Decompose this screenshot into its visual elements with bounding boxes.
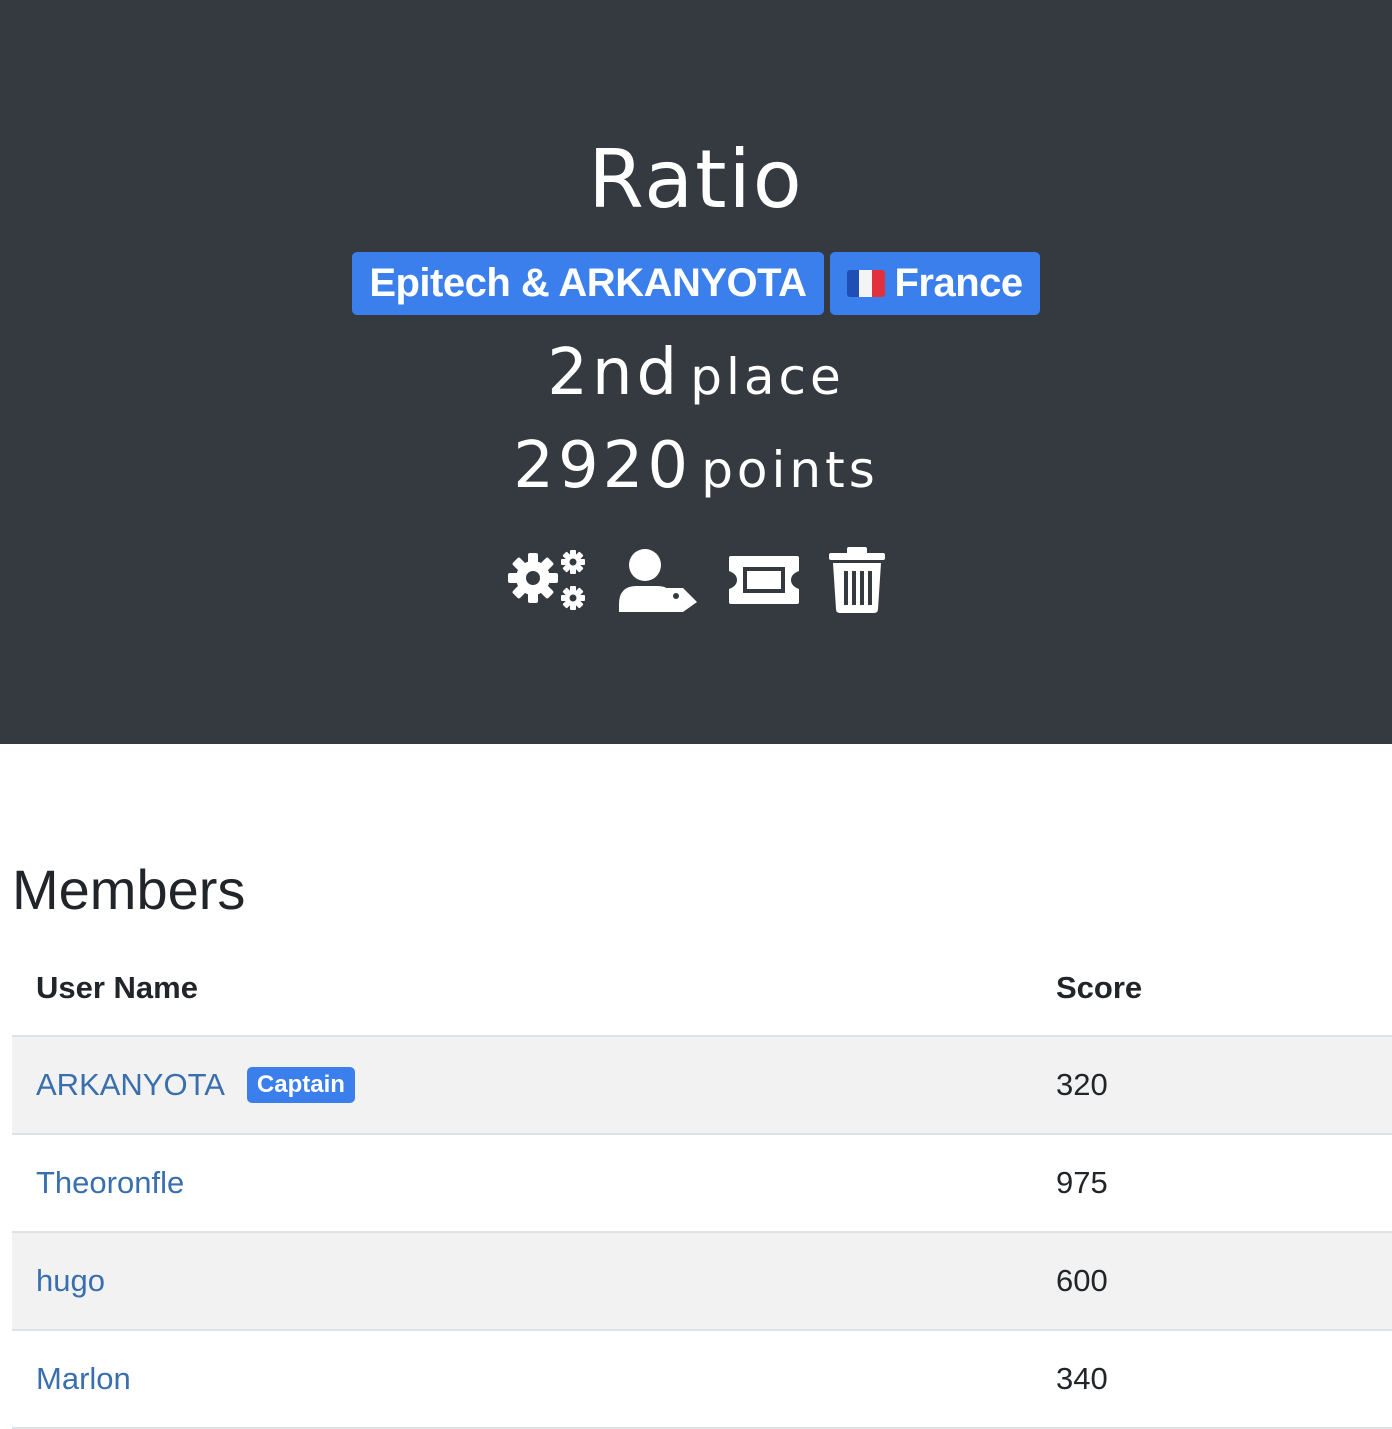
members-heading: Members <box>12 858 246 921</box>
ticket-icon[interactable] <box>727 554 801 606</box>
team-header: Ratio Epitech & ARKANYOTA France 2nd pla… <box>0 0 1392 744</box>
member-score: 340 <box>1032 1330 1392 1429</box>
table-header-row: User Name Score <box>12 940 1392 1037</box>
captain-badge: Captain <box>246 1067 355 1103</box>
table-row: hugo 600 <box>12 1232 1392 1331</box>
table-row: Theoronfle 975 <box>12 1134 1392 1233</box>
place-number: 2nd <box>547 336 682 410</box>
trash-icon[interactable] <box>829 547 885 613</box>
team-place: 2nd place <box>0 333 1392 413</box>
country-label: France <box>894 261 1024 305</box>
gears-icon[interactable] <box>507 548 589 612</box>
member-link[interactable]: ARKANYOTA <box>36 1067 225 1102</box>
member-score: 975 <box>1032 1134 1392 1233</box>
team-actions <box>0 540 1392 620</box>
affiliation-badge: Epitech & ARKANYOTA <box>352 252 824 315</box>
member-link[interactable]: Marlon <box>36 1361 131 1396</box>
place-label: place <box>690 348 845 406</box>
member-link[interactable]: hugo <box>36 1263 105 1298</box>
member-name-cell: Theoronfle <box>12 1134 1032 1233</box>
member-name-cell: Marlon <box>12 1330 1032 1429</box>
team-name: Ratio <box>588 133 804 226</box>
team-badges: Epitech & ARKANYOTA France <box>0 252 1392 315</box>
member-score: 320 <box>1032 1036 1392 1135</box>
column-header-score: Score <box>1032 940 1392 1037</box>
table-row: Marlon 340 <box>12 1330 1392 1429</box>
column-header-username: User Name <box>12 940 1032 1037</box>
members-table: User Name Score ARKANYOTA Captain 320 The… <box>12 940 1392 1429</box>
team-points: 2920 points <box>0 426 1392 506</box>
country-badge: France <box>829 252 1040 315</box>
member-score: 600 <box>1032 1232 1392 1331</box>
member-name-cell: ARKANYOTA Captain <box>12 1036 1032 1135</box>
points-value: 2920 <box>513 429 693 503</box>
member-link[interactable]: Theoronfle <box>36 1165 184 1200</box>
user-tag-icon[interactable] <box>617 548 699 612</box>
points-label: points <box>701 441 879 499</box>
member-name-cell: hugo <box>12 1232 1032 1331</box>
table-row: ARKANYOTA Captain 320 <box>12 1036 1392 1135</box>
france-flag-icon <box>846 270 885 297</box>
